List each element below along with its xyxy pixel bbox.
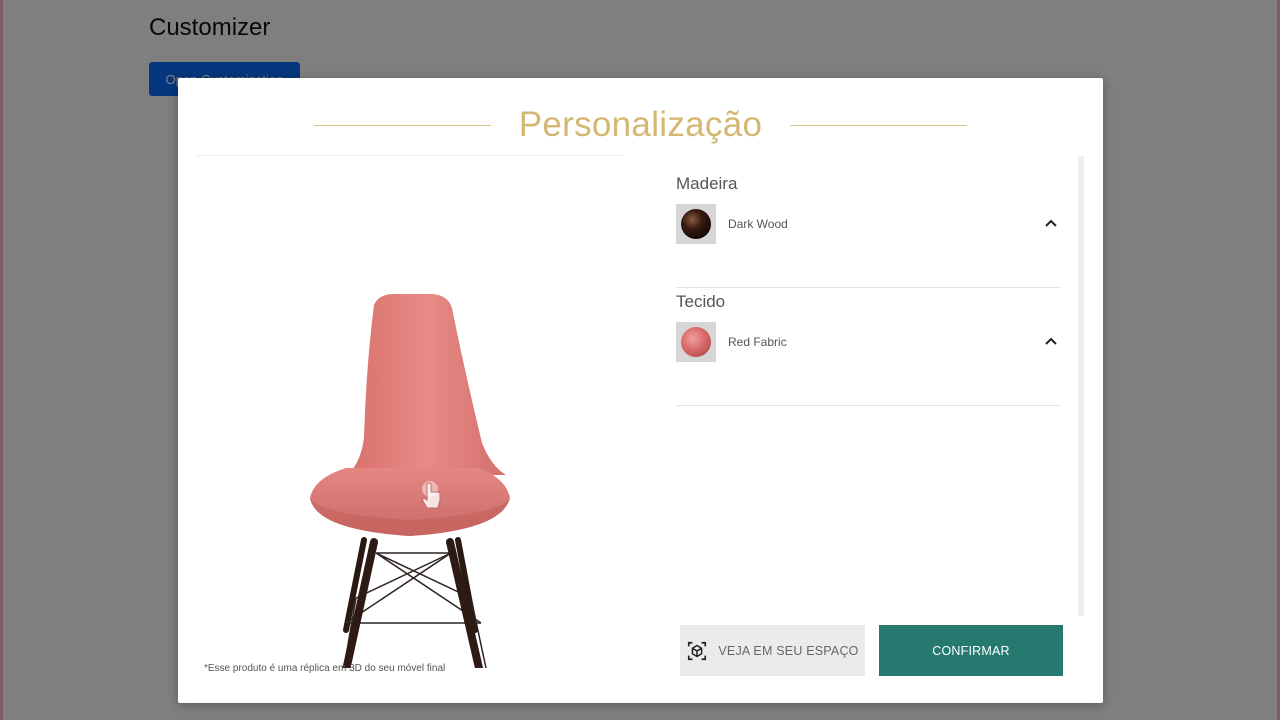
chair-3d-model[interactable]	[196, 168, 636, 668]
customization-modal: Personalização *Esse produto é uma répli…	[178, 78, 1103, 703]
view-in-your-space-button[interactable]: VEJA EM SEU ESPAÇO	[680, 625, 865, 676]
ar-button-label: VEJA EM SEU ESPAÇO	[718, 643, 859, 658]
modal-title: Personalização	[518, 105, 763, 144]
options-panel: Madeira Dark Wood Tecido Red Fabric	[676, 170, 1061, 406]
red-fabric-swatch	[676, 322, 716, 362]
chevron-up-icon[interactable]	[1041, 332, 1061, 352]
ar-cube-icon	[688, 641, 707, 660]
modal-header: Personalização	[178, 100, 1103, 150]
chevron-up-icon[interactable]	[1041, 214, 1061, 234]
dark-wood-swatch	[676, 204, 716, 244]
option-title: Madeira	[676, 174, 738, 193]
options-scrollbar[interactable]	[1078, 156, 1084, 616]
window-edge-left	[0, 0, 3, 720]
option-group-tecido: Tecido Red Fabric	[676, 288, 1061, 406]
header-divider-left	[313, 124, 491, 126]
option-selected-value: Dark Wood	[728, 217, 788, 231]
header-divider-right	[790, 124, 968, 126]
option-group-madeira: Madeira Dark Wood	[676, 170, 1061, 288]
option-select-tecido[interactable]: Red Fabric	[676, 322, 1061, 362]
option-select-madeira[interactable]: Dark Wood	[676, 204, 1061, 244]
dark-wood-sphere-icon	[681, 209, 711, 239]
viewer-separator	[196, 155, 623, 156]
3d-viewer[interactable]	[196, 168, 636, 678]
model-disclaimer: *Esse produto é uma réplica em 3D do seu…	[204, 663, 446, 674]
red-fabric-sphere-icon	[681, 327, 711, 357]
option-selected-value: Red Fabric	[728, 335, 787, 349]
confirm-button[interactable]: CONFIRMAR	[879, 625, 1063, 676]
chair-shell-back	[346, 294, 506, 475]
option-title: Tecido	[676, 292, 726, 311]
